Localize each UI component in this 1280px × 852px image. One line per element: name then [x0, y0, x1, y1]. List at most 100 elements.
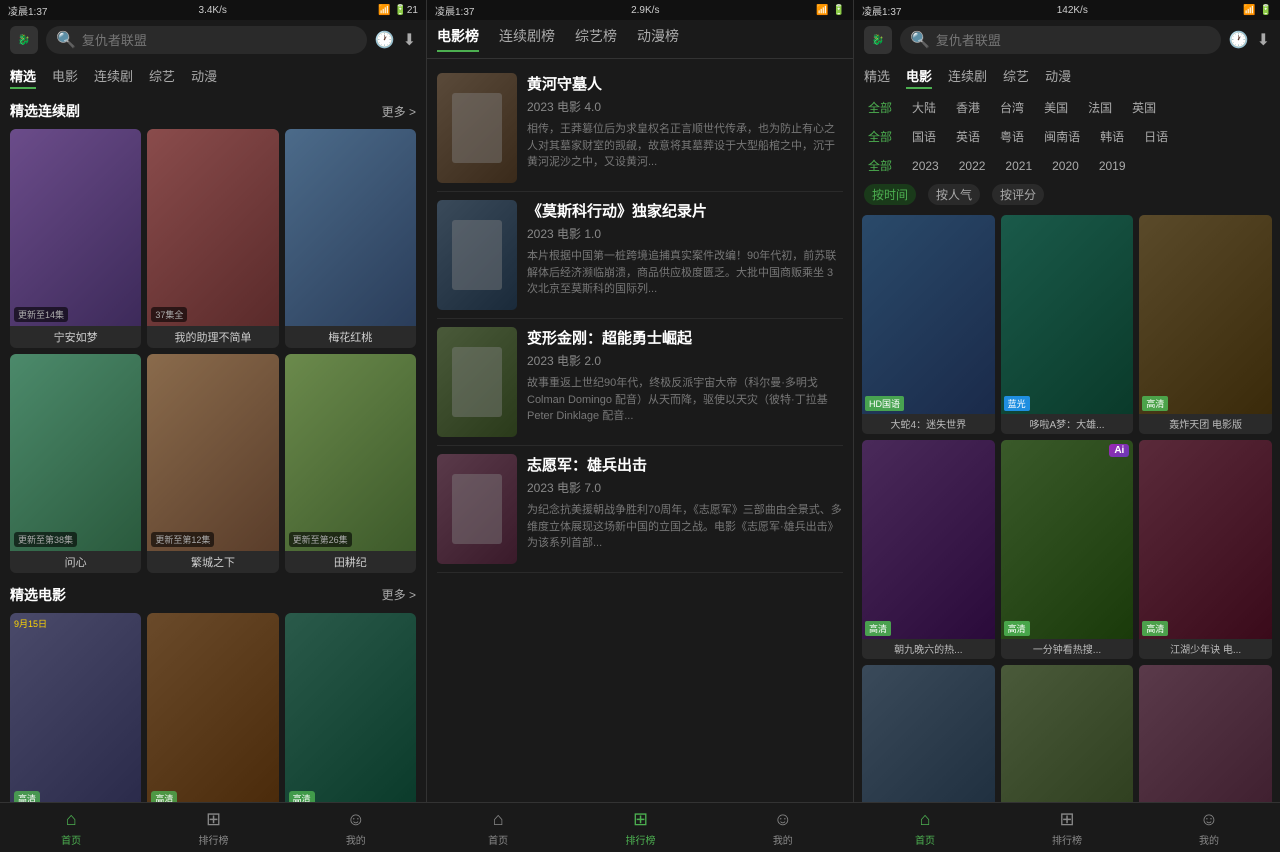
tab-drama-rank[interactable]: 连续剧榜 [499, 26, 555, 52]
nav-rank-label-mid: 排行榜 [625, 832, 655, 847]
right-content: HD国语 大蛇4：迷失世界 蓝光 哆啦A梦：大雄... 高清 轰炸天团 电影版 … [854, 209, 1280, 852]
filter-2021[interactable]: 2021 [999, 157, 1038, 175]
tab-lianju-r[interactable]: 连续剧 [948, 64, 987, 89]
nav-mine-left[interactable]: ☺ 我的 [285, 803, 427, 852]
history-icon-right[interactable]: 🕐 [1229, 30, 1249, 50]
drama-grid: 更新至14集 宁安如梦 37集全 我的助理不简单 梅花红桃 更新至第38集 问心 [0, 125, 426, 577]
filter-2020[interactable]: 2020 [1046, 157, 1085, 175]
grid-img-1: 蓝光 [1001, 215, 1134, 414]
tab-lianju[interactable]: 连续剧 [94, 64, 133, 89]
avatar-right[interactable]: 🐉 [864, 26, 892, 54]
sort-rating[interactable]: 按评分 [992, 184, 1044, 205]
network-right: 142K/s [1057, 5, 1088, 16]
filter-tw[interactable]: 台湾 [994, 97, 1030, 118]
filter-all-2[interactable]: 全部 [862, 126, 898, 147]
filter-row-year: 全部 2023 2022 2021 2020 2019 [854, 151, 1280, 180]
drama-card-4[interactable]: 更新至第12集 繁城之下 [147, 354, 278, 573]
list-item-3[interactable]: 志愿军：雄兵出击 2023 电影 7.0 为纪念抗美援朝战争胜利70周年，《志愿… [437, 446, 843, 573]
left-content: 精选连续剧 更多 > 更新至14集 宁安如梦 37集全 我的助理不简单 梅花红桃 [0, 93, 426, 852]
filter-2023[interactable]: 2023 [906, 157, 945, 175]
nav-home-label-left: 首页 [61, 832, 81, 847]
movie-card-2[interactable]: 高清 地师传人 [285, 613, 416, 832]
movie-card-1[interactable]: 高清 黄河守墓人 [147, 613, 278, 832]
nav-home-label-right: 首页 [915, 832, 935, 847]
tab-jingxuan-r[interactable]: 精选 [864, 64, 890, 89]
tab-dongman-r[interactable]: 动漫 [1045, 64, 1071, 89]
tab-movie-rank[interactable]: 电影榜 [437, 26, 479, 52]
drama-card-1[interactable]: 37集全 我的助理不简单 [147, 129, 278, 348]
grid-img-4: Ai 高清 [1001, 440, 1134, 639]
nav-home-mid[interactable]: ⌂ 首页 [427, 803, 569, 852]
filter-all-1[interactable]: 全部 [862, 97, 898, 118]
drama-title-5: 田耕纪 [285, 551, 416, 573]
tab-dianying-r[interactable]: 电影 [906, 64, 932, 89]
filter-hk[interactable]: 香港 [950, 97, 986, 118]
mine-icon-mid: ☺ [774, 809, 792, 830]
movie-desc-1: 本片根据中国第一桩跨境追捕真实案件改编！90年代初，前苏联解体后经济濒临崩溃，商… [527, 248, 843, 298]
more-movie[interactable]: 更多 > [382, 586, 416, 603]
rank-icon-left: ⊞ [206, 809, 221, 830]
tab-variety-rank[interactable]: 综艺榜 [575, 26, 617, 52]
history-icon-left[interactable]: 🕐 [375, 30, 395, 50]
status-bar-right: 凌晨1:37 142K/s 📶 🔋 [854, 0, 1280, 20]
filter-minnan[interactable]: 闽南语 [1038, 126, 1086, 147]
grid-card-1[interactable]: 蓝光 哆啦A梦：大雄... [1001, 215, 1134, 434]
filter-mandarin[interactable]: 国语 [906, 126, 942, 147]
nav-mine-label-mid: 我的 [773, 832, 793, 847]
list-item-1[interactable]: 《莫斯科行动》独家纪录片 2023 电影 1.0 本片根据中国第一桩跨境追捕真实… [437, 192, 843, 319]
grid-badge-1: 蓝光 [1004, 396, 1030, 411]
drama-card-5[interactable]: 更新至第26集 田耕纪 [285, 354, 416, 573]
search-wrap-left[interactable]: 🔍 [46, 26, 367, 54]
drama-card-3[interactable]: 更新至第38集 问心 [10, 354, 141, 573]
grid-card-4[interactable]: Ai 高清 一分钟看热搜... [1001, 440, 1134, 659]
download-icon-left[interactable]: ⬇ [403, 30, 416, 50]
ranking-tabs: 电影榜 连续剧榜 综艺榜 动漫榜 [427, 20, 853, 59]
tab-anime-rank[interactable]: 动漫榜 [637, 26, 679, 52]
tab-zongyi-r[interactable]: 综艺 [1003, 64, 1029, 89]
filter-english[interactable]: 英语 [950, 126, 986, 147]
sort-popularity[interactable]: 按人气 [928, 184, 980, 205]
list-item-0[interactable]: 黄河守墓人 2023 电影 4.0 相传，王莽篡位后为求皇权名正言顺世代传承，也… [437, 65, 843, 192]
tab-dongman[interactable]: 动漫 [191, 64, 217, 89]
nav-home-right[interactable]: ⌂ 首页 [854, 803, 996, 852]
search-input-left[interactable] [82, 33, 357, 48]
search-wrap-right[interactable]: 🔍 [900, 26, 1221, 54]
nav-mine-label-left: 我的 [346, 832, 366, 847]
filter-all-3[interactable]: 全部 [862, 155, 898, 176]
filter-japanese[interactable]: 日语 [1138, 126, 1174, 147]
grid-card-0[interactable]: HD国语 大蛇4：迷失世界 [862, 215, 995, 434]
movie-meta-3: 2023 电影 7.0 [527, 479, 843, 496]
more-drama[interactable]: 更多 > [382, 103, 416, 120]
movie-name-1: 《莫斯科行动》独家纪录片 [527, 200, 843, 221]
nav-mine-right[interactable]: ☺ 我的 [1138, 803, 1280, 852]
filter-uk[interactable]: 英国 [1126, 97, 1162, 118]
download-icon-right[interactable]: ⬇ [1257, 30, 1270, 50]
nav-home-left[interactable]: ⌂ 首页 [0, 803, 142, 852]
drama-img-5: 更新至第26集 [285, 354, 416, 551]
nav-mine-mid[interactable]: ☺ 我的 [712, 803, 854, 852]
filter-fr[interactable]: 法国 [1082, 97, 1118, 118]
grid-card-5[interactable]: 高清 江湖少年诀 电... [1139, 440, 1272, 659]
filter-korean[interactable]: 韩语 [1094, 126, 1130, 147]
drama-card-0[interactable]: 更新至14集 宁安如梦 [10, 129, 141, 348]
drama-card-2[interactable]: 梅花红桃 [285, 129, 416, 348]
list-item-2[interactable]: 变形金刚：超能勇士崛起 2023 电影 2.0 故事重返上世纪90年代，终极反派… [437, 319, 843, 446]
nav-rank-mid[interactable]: ⊞ 排行榜 [569, 803, 711, 852]
nav-rank-right[interactable]: ⊞ 排行榜 [996, 803, 1138, 852]
filter-cantonese[interactable]: 粤语 [994, 126, 1030, 147]
tab-jingxuan[interactable]: 精选 [10, 64, 36, 89]
nav-rank-left[interactable]: ⊞ 排行榜 [142, 803, 284, 852]
sort-time[interactable]: 按时间 [864, 184, 916, 205]
grid-card-2[interactable]: 高清 轰炸天团 电影版 [1139, 215, 1272, 434]
avatar-left[interactable]: 🐉 [10, 26, 38, 54]
filter-2022[interactable]: 2022 [953, 157, 992, 175]
tab-zongyi[interactable]: 综艺 [149, 64, 175, 89]
search-input-right[interactable] [936, 33, 1211, 48]
filter-2019[interactable]: 2019 [1093, 157, 1132, 175]
tab-dianying[interactable]: 电影 [52, 64, 78, 89]
movie-card-0[interactable]: 9月15日 高清 鹦鹉杀 [10, 613, 141, 832]
grid-card-3[interactable]: 高清 朝九晚六的热... [862, 440, 995, 659]
network-left: 3.4K/s [199, 5, 227, 16]
filter-us[interactable]: 美国 [1038, 97, 1074, 118]
filter-dalu[interactable]: 大陆 [906, 97, 942, 118]
